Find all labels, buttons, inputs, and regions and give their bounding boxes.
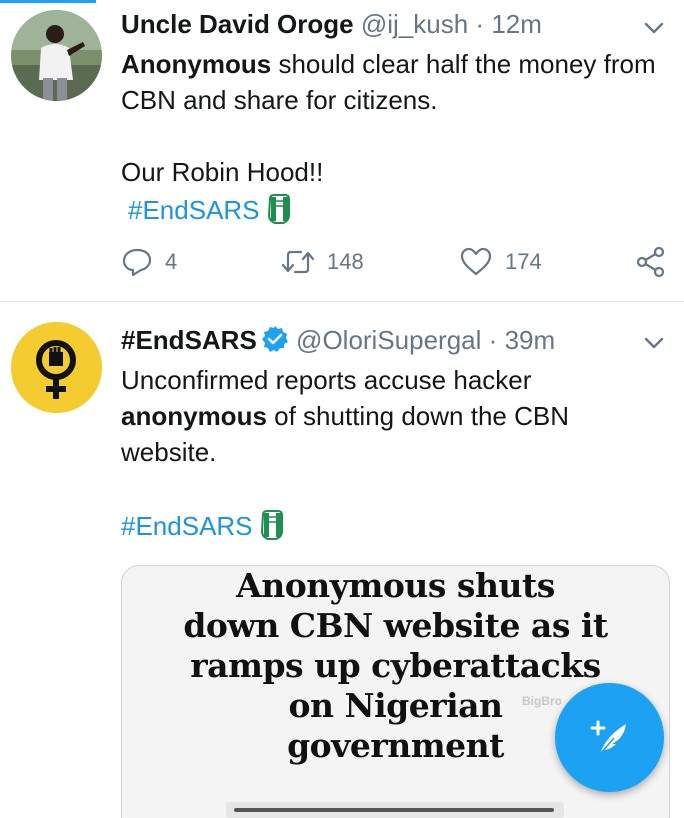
tweet-header: #EndSARS @OloriSupergal · 39m [121,324,624,360]
compose-tweet-icon [590,720,626,754]
tweet-text: Anonymous should clear half the money fr… [121,46,661,118]
tweet-actions: 4 148 174 [121,246,681,286]
caret-down-icon[interactable] [642,16,666,40]
hashtag-link[interactable]: #EndSARS [121,511,253,541]
display-name[interactable]: #EndSARS [121,325,257,355]
tweet-text: Unconfirmed reports accuse hacker anonym… [121,362,661,470]
separator: · [488,325,498,355]
reply-button[interactable]: 4 [121,246,177,278]
compose-tweet-button[interactable] [555,683,664,792]
like-icon [460,247,492,276]
hashtag-link[interactable]: #EndSARS [128,195,260,225]
hashtag-line: #EndSARS [128,192,668,234]
card-headline-line: Anonymous shuts [236,566,555,605]
tweet-text-pre: Unconfirmed reports accuse hacker [121,365,532,395]
verified-badge-icon [261,325,289,360]
timestamp[interactable]: 12m [491,9,542,39]
fist-emoji-icon [266,193,292,234]
bold-keyword: Anonymous [121,49,272,79]
card-browser-bar [226,802,564,818]
tweet-header: Uncle David Oroge @ij_kush · 12m [121,8,624,40]
card-headline-line: ramps up cyberattacks [190,646,601,685]
avatar[interactable] [11,322,102,413]
card-watermark: BigBro [522,694,562,708]
display-name[interactable]: Uncle David Oroge [121,9,354,39]
tweet-text-line2: Our Robin Hood!! [121,157,324,187]
like-count: 174 [505,249,542,274]
bold-keyword: anonymous [121,401,267,431]
user-handle[interactable]: @OloriSupergal [296,325,481,355]
caret-down-icon[interactable] [642,331,666,355]
user-handle[interactable]: @ij_kush [361,9,468,39]
avatar[interactable] [11,10,102,101]
like-button[interactable]: 174 [459,246,542,278]
fist-emoji-icon [259,509,285,550]
reply-count: 4 [165,249,178,274]
retweet-icon [281,250,315,274]
separator: · [475,9,485,39]
reply-icon [122,248,152,277]
hashtag-line: #EndSARS [121,508,661,550]
retweet-count: 148 [327,249,364,274]
tweet[interactable]: Uncle David Oroge @ij_kush · 12m Anonymo… [0,0,684,302]
timestamp[interactable]: 39m [505,325,556,355]
card-headline-line: down CBN website as it [183,606,608,645]
share-icon [636,246,665,278]
share-button[interactable] [635,246,679,278]
retweet-button[interactable]: 148 [281,246,364,278]
